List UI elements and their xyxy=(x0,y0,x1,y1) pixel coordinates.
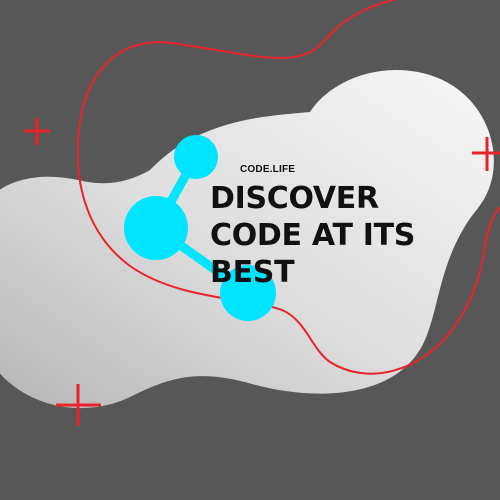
headline-line: CODE AT ITS xyxy=(210,218,416,253)
headline: DISCOVER CODE AT ITS BEST xyxy=(210,180,450,291)
brand-logo-text: CODE.LIFE xyxy=(240,164,296,175)
headline-line: DISCOVER xyxy=(210,181,379,216)
headline-line: BEST xyxy=(210,255,295,290)
poster-canvas: CODE.LIFE DISCOVER CODE AT ITS BEST xyxy=(0,0,500,500)
